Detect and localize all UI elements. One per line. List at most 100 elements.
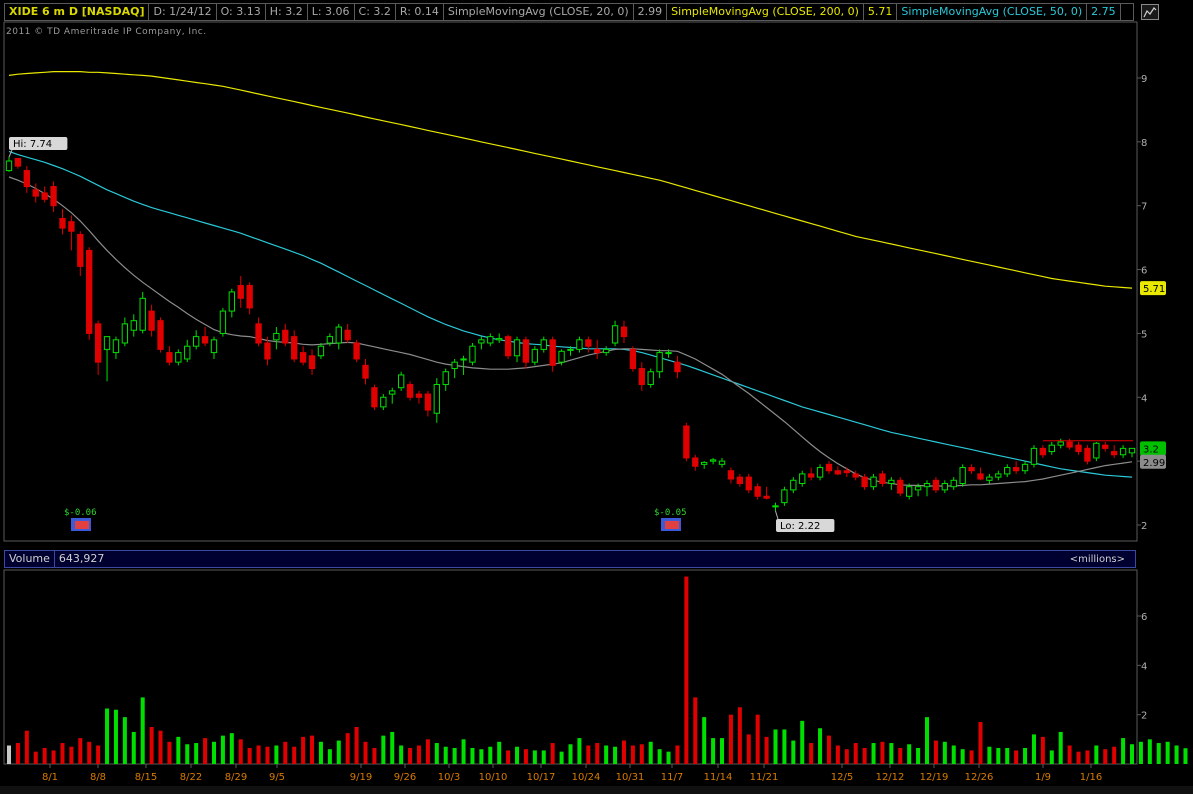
volume-bar (933, 740, 938, 764)
candle-body (353, 342, 360, 360)
volume-bar (916, 747, 921, 764)
candle-body (317, 345, 325, 357)
volume-bar (443, 746, 448, 764)
candle-body (977, 473, 984, 480)
volume-bar (354, 727, 359, 764)
candle-body (32, 189, 39, 197)
candle-body (754, 486, 761, 497)
candle-body (701, 461, 708, 465)
candle-body (264, 342, 271, 360)
candle-body (727, 470, 735, 480)
candle-body (745, 476, 752, 491)
dividend-marker-2-icon-inner (665, 521, 679, 529)
candle-body (192, 336, 200, 347)
volume-bar (140, 697, 145, 764)
sma200-badge-text: 5.71 (1143, 284, 1165, 295)
volume-bar (408, 747, 413, 764)
candle-body (1021, 463, 1029, 472)
candle-body (86, 249, 93, 334)
volume-bar (835, 745, 840, 764)
price-y-tick-label: 9 (1141, 74, 1147, 85)
volume-bar (755, 714, 760, 764)
price-chart[interactable]: 98765432Hi: 7.74Lo: 2.22$-0.06$-0.055.71… (0, 0, 1193, 794)
candle-body (184, 345, 191, 360)
volume-bar (238, 739, 243, 764)
volume-bar (1023, 747, 1028, 764)
volume-bar (568, 744, 573, 764)
volume-bar (1094, 745, 1099, 764)
candle-body (683, 425, 690, 459)
scrollbar-strip[interactable] (0, 786, 1193, 794)
candle-body (406, 384, 414, 398)
x-axis-label: 8/29 (225, 772, 247, 783)
candle-body (852, 473, 859, 478)
volume-bar (176, 736, 181, 764)
volume-bar (211, 741, 216, 764)
candle-body (914, 486, 922, 491)
x-axis-label: 12/26 (965, 772, 994, 783)
volume-bar (336, 740, 341, 764)
candle-body (273, 332, 280, 341)
volume-bar (657, 749, 662, 764)
volume-bar (158, 730, 163, 764)
candle-body (112, 339, 120, 354)
volume-label[interactable]: Volume (5, 551, 55, 567)
candle-body (923, 482, 931, 488)
volume-bar (942, 741, 947, 764)
x-axis-label: 11/7 (661, 772, 683, 783)
x-axis-label: 12/19 (920, 772, 949, 783)
candle-body (879, 473, 886, 484)
candle-body (68, 221, 75, 232)
volume-bar (951, 745, 956, 764)
volume-bar (1174, 745, 1179, 764)
sma50-line (8, 150, 1133, 478)
candle-body (469, 345, 476, 363)
volume-bar (434, 743, 439, 764)
candle-body (522, 339, 530, 363)
x-axis-label: 10/31 (616, 772, 645, 783)
volume-bar (24, 730, 29, 764)
volume-value: 643,927 (58, 552, 105, 565)
volume-y-tick-label: 6 (1141, 612, 1147, 623)
volume-bar (693, 697, 698, 764)
candle-body (772, 505, 779, 508)
candle-body (647, 371, 654, 386)
candle-body (94, 323, 102, 363)
price-y-tick-label: 6 (1141, 266, 1147, 277)
volume-bar (532, 750, 537, 764)
candle-body (816, 467, 824, 478)
volume-bar (586, 745, 591, 764)
sma20-badge-text: 2.99 (1143, 458, 1165, 469)
candle-body (629, 348, 637, 370)
candle-body (478, 339, 485, 344)
volume-bar (791, 740, 796, 764)
candle-body (246, 285, 253, 309)
candle-body (692, 457, 699, 467)
sma20-badge: 2.99 (1140, 454, 1166, 469)
volume-bar (292, 746, 297, 764)
volume-bar (105, 708, 110, 764)
volume-bar (853, 743, 858, 764)
candle-body (1004, 467, 1011, 475)
candle-body (175, 352, 182, 363)
candle-body (834, 470, 842, 475)
candle-body (504, 336, 512, 357)
volume-bar (131, 731, 136, 764)
volume-units: <millions> (1069, 554, 1125, 565)
candle-body (389, 390, 396, 395)
volume-bar (1156, 743, 1161, 764)
volume-bar (256, 745, 261, 764)
x-axis-label: 1/16 (1080, 772, 1102, 783)
volume-bar (737, 707, 742, 764)
x-axis-label: 12/12 (876, 772, 905, 783)
candle-body (299, 352, 307, 363)
candle-body (638, 368, 645, 386)
volume-bar (577, 738, 582, 764)
volume-bar (69, 746, 74, 764)
candle-body (709, 459, 717, 462)
close-badge-text: 3.2 (1143, 444, 1159, 455)
candle-body (1111, 451, 1118, 456)
candle-body (620, 326, 628, 338)
volume-bar (6, 745, 12, 764)
volume-bar (996, 747, 1001, 764)
